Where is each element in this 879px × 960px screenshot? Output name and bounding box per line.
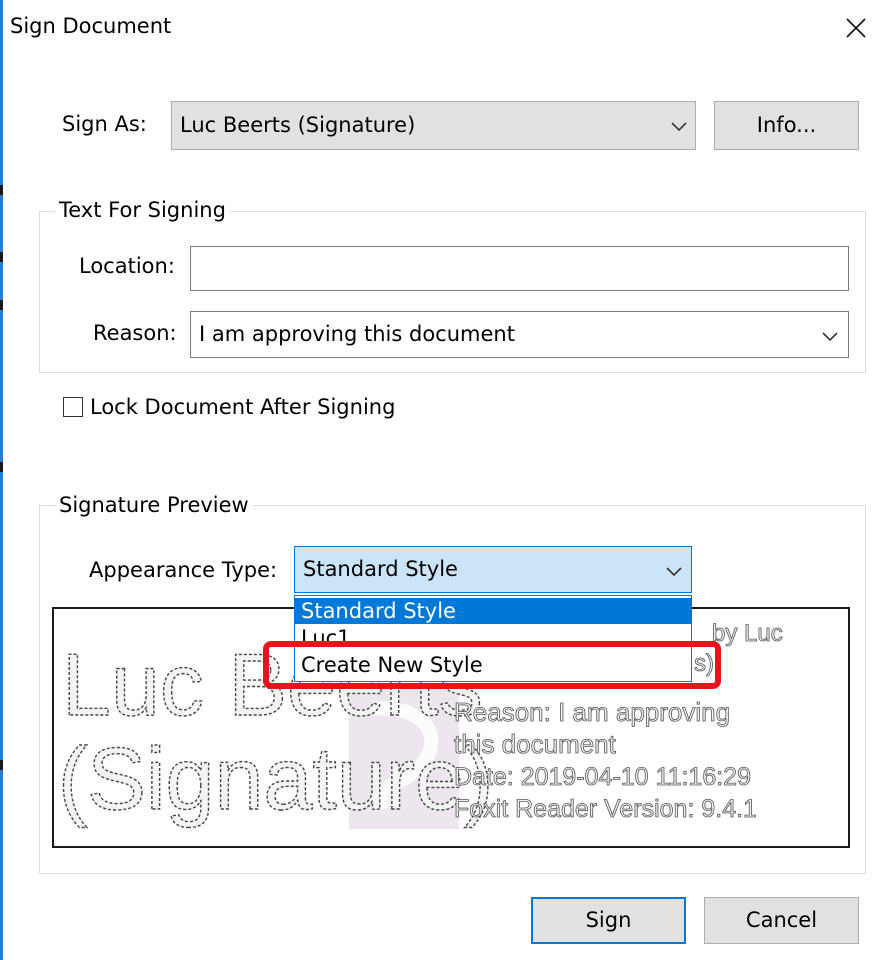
- window-edge-mark: [0, 300, 3, 310]
- preview-version-line: Foxit Reader Version: 9.4.1: [454, 795, 757, 823]
- dropdown-option-standard-style[interactable]: Standard Style: [295, 598, 691, 624]
- window-edge-mark: [0, 760, 3, 770]
- window-edge-mark: [0, 252, 3, 262]
- window-edge-mark: [0, 462, 3, 472]
- preview-name-line2: (Signature): [58, 729, 493, 828]
- chevron-down-icon: [666, 567, 682, 577]
- chevron-down-icon: [671, 122, 687, 132]
- lock-document-label[interactable]: Lock Document After Signing: [90, 395, 395, 419]
- preview-info-line1: by Luc: [712, 620, 783, 647]
- sign-as-value: Luc Beerts (Signature): [180, 113, 416, 137]
- window-left-edge: [0, 0, 3, 960]
- reason-label: Reason:: [93, 321, 177, 345]
- sign-button[interactable]: Sign: [531, 897, 686, 944]
- lock-document-checkbox[interactable]: [63, 397, 83, 417]
- location-label: Location:: [79, 254, 175, 278]
- appearance-type-label: Appearance Type:: [89, 558, 278, 582]
- info-button[interactable]: Info...: [714, 101, 859, 150]
- signature-preview-legend: Signature Preview: [55, 493, 253, 517]
- sign-as-label: Sign As:: [62, 112, 147, 136]
- window-edge-mark: [0, 185, 3, 195]
- reason-value: I am approving this document: [199, 322, 515, 346]
- preview-date-line: Date: 2019-04-10 11:16:29: [454, 763, 751, 791]
- annotation-highlight: [263, 641, 721, 689]
- appearance-type-select[interactable]: Standard Style: [294, 546, 692, 593]
- chevron-down-icon: [822, 332, 838, 342]
- dialog-title: Sign Document: [10, 14, 172, 38]
- cancel-button[interactable]: Cancel: [704, 897, 859, 944]
- close-icon: [846, 18, 866, 38]
- preview-reason-line1: Reason: I am approving: [454, 697, 730, 727]
- reason-select[interactable]: I am approving this document: [190, 311, 849, 358]
- close-button[interactable]: [838, 10, 874, 46]
- sign-as-select[interactable]: Luc Beerts (Signature): [171, 101, 696, 150]
- location-input[interactable]: [190, 246, 849, 291]
- preview-reason-line2: this document: [454, 729, 617, 759]
- appearance-type-value: Standard Style: [303, 557, 458, 581]
- text-for-signing-legend: Text For Signing: [55, 198, 230, 222]
